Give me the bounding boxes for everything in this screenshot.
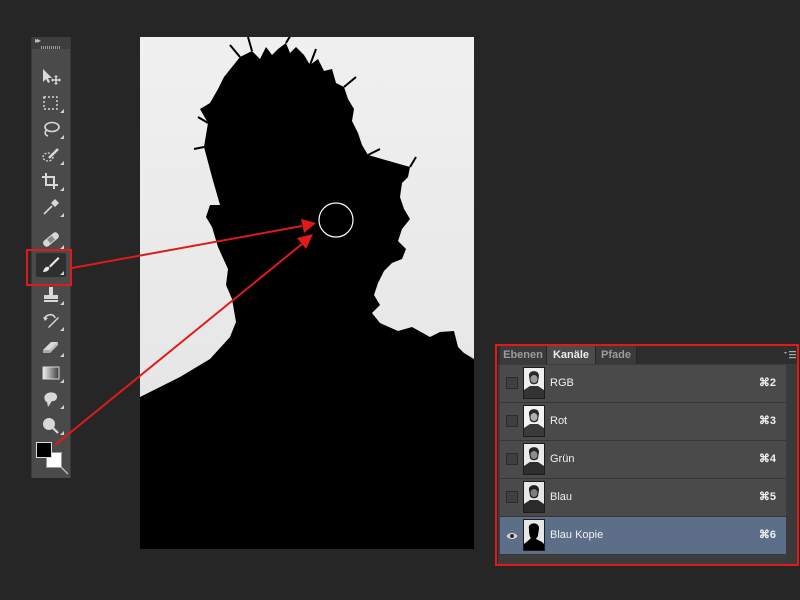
brush-tool-highlight (26, 249, 72, 286)
quick-selection-tool[interactable] (36, 143, 66, 167)
channel-row-rgb[interactable]: RGB ⌘2 (500, 365, 786, 403)
crop-tool-icon (42, 173, 58, 189)
channel-shortcut: ⌘5 (758, 491, 776, 503)
healing-brush-tool[interactable] (36, 227, 66, 251)
channel-row-blau-kopie[interactable]: Blau Kopie ⌘6 (500, 517, 786, 555)
eye-icon (506, 533, 518, 539)
foreground-color-swatch[interactable] (36, 442, 52, 458)
submenu-corner-icon (60, 379, 64, 383)
channel-row-blau[interactable]: Blau ⌘5 (500, 479, 786, 517)
document-canvas[interactable] (140, 37, 474, 549)
gradient-tool-icon (42, 366, 60, 380)
move-tool[interactable] (36, 65, 66, 89)
eraser-tool-icon (43, 342, 58, 353)
channel-thumbnail (523, 367, 545, 399)
channel-row-rot[interactable]: Rot ⌘3 (500, 403, 786, 441)
history-brush-tool-icon (43, 313, 59, 328)
channel-shortcut: ⌘2 (758, 377, 776, 389)
collapse-arrows-icon[interactable]: ▸▸ (35, 36, 41, 45)
blur-tool-icon (44, 392, 58, 407)
channel-name: RGB (550, 377, 574, 389)
channel-row-gruen[interactable]: Grün ⌘4 (500, 441, 786, 479)
tools-panel-header[interactable]: ▸▸ (32, 36, 70, 49)
visibility-toggle[interactable] (506, 491, 518, 503)
move-tool-icon (43, 69, 61, 85)
panel-menu-icon[interactable] (784, 350, 796, 359)
visibility-toggle[interactable] (506, 453, 518, 465)
portrait-thumbnail-icon (524, 482, 544, 512)
submenu-corner-icon (60, 213, 64, 217)
clone-stamp-tool-icon (44, 287, 58, 302)
silhouette-image (140, 37, 474, 549)
quick-selection-tool-icon (42, 148, 59, 162)
panel-tabs: Ebenen Kanäle Pfade (498, 346, 799, 364)
submenu-corner-icon (60, 353, 64, 357)
healing-brush-tool-icon (43, 232, 59, 247)
submenu-corner-icon (60, 161, 64, 165)
panel-scrollbar[interactable] (786, 364, 797, 564)
tab-kanaele[interactable]: Kanäle (547, 346, 596, 364)
eyedropper-tool-icon (43, 199, 59, 215)
channel-name: Rot (550, 415, 568, 427)
history-brush-tool[interactable] (36, 309, 66, 333)
dodge-tool-icon (43, 418, 59, 434)
gradient-tool[interactable] (36, 361, 66, 385)
submenu-corner-icon (60, 135, 64, 139)
portrait-thumbnail-icon (524, 406, 544, 436)
dodge-tool[interactable] (36, 413, 66, 437)
swap-colors-icon[interactable] (60, 466, 70, 476)
rectangular-marquee-tool[interactable] (36, 91, 66, 115)
submenu-corner-icon (60, 405, 64, 409)
channels-panel: Ebenen Kanäle Pfade RGB ⌘2 Rot ⌘3 Grün ⌘… (498, 346, 799, 566)
blur-tool[interactable] (36, 387, 66, 411)
eraser-tool[interactable] (36, 335, 66, 359)
submenu-corner-icon (60, 187, 64, 191)
channel-name: Grün (550, 453, 575, 465)
marquee-tool-icon (43, 96, 58, 110)
lasso-tool-icon (44, 121, 60, 137)
panel-footer (500, 555, 786, 564)
tab-ebenen[interactable]: Ebenen (500, 346, 547, 364)
channel-name: Blau (550, 491, 573, 503)
clone-stamp-tool[interactable] (36, 283, 66, 307)
channel-shortcut: ⌘3 (758, 415, 776, 427)
portrait-thumbnail-icon (524, 368, 544, 398)
channel-shortcut: ⌘6 (758, 529, 776, 541)
eyedropper-tool[interactable] (36, 195, 66, 219)
grip-icon[interactable] (41, 46, 61, 49)
portrait-thumbnail-icon (524, 444, 544, 474)
visibility-toggle[interactable] (506, 415, 518, 427)
channel-shortcut: ⌘4 (758, 453, 776, 465)
channel-thumbnail (523, 481, 545, 513)
channel-thumbnail (523, 443, 545, 475)
lasso-tool[interactable] (36, 117, 66, 141)
submenu-corner-icon (60, 431, 64, 435)
submenu-corner-icon (60, 109, 64, 113)
channel-thumbnail (523, 405, 545, 437)
silhouette-thumbnail-icon (524, 520, 544, 550)
channel-thumbnail (523, 519, 545, 551)
submenu-corner-icon (60, 301, 64, 305)
channel-name: Blau Kopie (550, 529, 604, 541)
visibility-toggle[interactable] (506, 529, 518, 541)
tab-pfade[interactable]: Pfade (596, 346, 637, 364)
submenu-corner-icon (60, 327, 64, 331)
crop-tool[interactable] (36, 169, 66, 193)
visibility-toggle[interactable] (506, 377, 518, 389)
